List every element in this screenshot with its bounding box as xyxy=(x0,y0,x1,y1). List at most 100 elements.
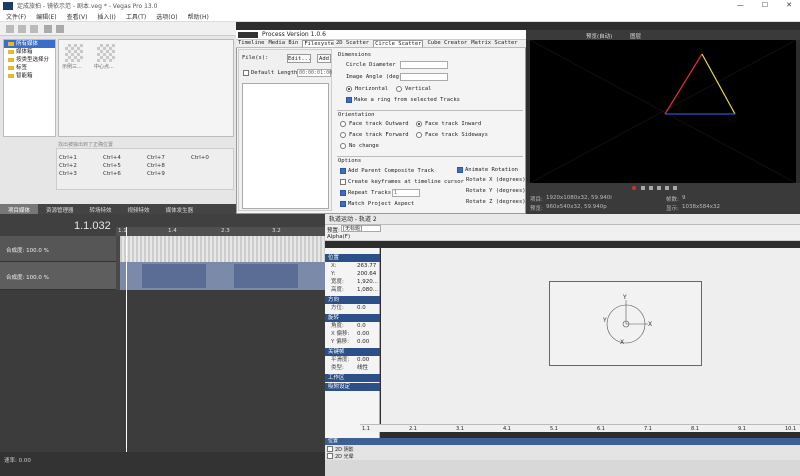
prop-value[interactable]: 1,920... xyxy=(357,279,378,286)
transport-icons[interactable] xyxy=(526,183,800,193)
track-lane-2[interactable] xyxy=(116,262,325,290)
create-keyframes-checkbox[interactable] xyxy=(340,179,346,185)
circle-diameter-input[interactable] xyxy=(400,61,448,69)
match-aspect-checkbox[interactable] xyxy=(340,201,346,207)
keyframe-ruler[interactable]: 1.1 2.1 3.1 4.1 5.1 6.1 7.1 8.1 9.1 10.1 xyxy=(360,424,800,432)
process-source-tabs: Timeline Media Bin Filesystem xyxy=(236,40,340,48)
face-inward-radio[interactable] xyxy=(416,121,422,127)
prop-row: 高度: 1,080... xyxy=(325,287,380,294)
shortcut-label: Ctrl+5 xyxy=(103,163,121,169)
menu-edit[interactable]: 编辑(E) xyxy=(36,12,56,21)
media-thumb[interactable] xyxy=(65,44,83,62)
menu-help[interactable]: 帮助(H) xyxy=(188,12,209,21)
prop-value[interactable]: 0.00 xyxy=(357,357,369,364)
triangle-red-edge xyxy=(664,53,703,115)
tree-item-smart-bins[interactable]: 智能箱 xyxy=(4,72,55,80)
tab-matrix-scatter[interactable]: Matrix Scatter xyxy=(471,40,517,47)
tab-explorer[interactable]: 资源管理器 xyxy=(38,204,82,214)
section-workspace[interactable]: 工作区 xyxy=(325,374,380,382)
tab-cube-creator[interactable]: Cube Creator xyxy=(427,40,467,47)
motion-frame[interactable]: X Y Y X xyxy=(549,281,702,366)
no-change-radio[interactable] xyxy=(340,143,346,149)
animate-rotation-checkbox[interactable] xyxy=(457,167,463,173)
make-ring-checkbox[interactable] xyxy=(346,97,352,103)
repeat-tracks-input[interactable]: 1 xyxy=(392,189,420,197)
kf-track-position[interactable]: 位置 xyxy=(325,438,800,445)
close-button[interactable]: ✕ xyxy=(786,1,792,9)
add-parent-checkbox[interactable] xyxy=(340,168,346,174)
track-lane-1[interactable] xyxy=(116,236,325,262)
tab-media-generators[interactable]: 媒体发生器 xyxy=(158,204,202,214)
glow-checkbox[interactable] xyxy=(327,453,333,459)
prop-row: 类型: 线性 xyxy=(325,365,380,372)
tree-item-tags[interactable]: 标签 xyxy=(4,64,55,72)
vertical-label: Vertical xyxy=(405,86,432,92)
preset-dropdown[interactable]: [无标题] xyxy=(341,225,381,232)
options-divider xyxy=(337,156,523,157)
image-angle-input[interactable] xyxy=(400,73,448,81)
toolbar-icons[interactable] xyxy=(0,22,236,36)
shortcut-label: Ctrl+7 xyxy=(147,155,165,161)
tree-item-all-media[interactable]: 所有媒体 xyxy=(4,40,55,48)
prop-value[interactable]: 0.00 xyxy=(357,339,369,346)
add-button[interactable]: Add xyxy=(317,54,331,63)
menu-options[interactable]: 选项(O) xyxy=(156,12,177,21)
default-length-input[interactable]: 00:00:01:00 xyxy=(297,69,332,77)
alpha-dropdown[interactable]: Alpha(F) xyxy=(327,234,350,240)
prop-value[interactable]: 1,080... xyxy=(357,287,378,294)
tab-2d-scatter[interactable]: 2D Scatter xyxy=(336,40,369,47)
menu-view[interactable]: 查看(V) xyxy=(67,12,88,21)
track-header-1[interactable]: 合成度: 100.0 % xyxy=(0,236,116,262)
tree-item-by-type[interactable]: 按类型选择分 xyxy=(4,56,55,64)
default-length-checkbox[interactable] xyxy=(243,70,249,76)
prop-value[interactable]: 0.00 xyxy=(357,331,369,338)
prop-key: 高度: xyxy=(331,287,344,293)
file-list[interactable] xyxy=(242,83,329,209)
prop-row: 宽度: 1,920... xyxy=(325,279,380,286)
prop-value[interactable]: 0.0 xyxy=(357,305,366,312)
section-rotation[interactable]: 旋转 xyxy=(325,314,380,322)
timeline-ruler[interactable]: 1.1 1.4 2.3 3.2 xyxy=(116,227,325,236)
face-sideways-radio[interactable] xyxy=(416,132,422,138)
section-position[interactable]: 位置 xyxy=(325,254,380,262)
track-header-2[interactable]: 合成度: 100.0 % xyxy=(0,262,116,290)
face-forward-radio[interactable] xyxy=(340,132,346,138)
prop-value[interactable]: 200.64 xyxy=(357,271,376,278)
tab-transitions[interactable]: 转场特效 xyxy=(82,204,120,214)
menu-insert[interactable]: 插入(I) xyxy=(97,12,115,21)
edit-button[interactable]: Edit... xyxy=(287,54,311,63)
horizontal-radio[interactable] xyxy=(346,86,352,92)
face-outward-label: Face track Outward xyxy=(349,121,409,127)
shortcut-label: Ctrl+9 xyxy=(147,171,165,177)
tab-timeline[interactable]: Timeline xyxy=(238,40,265,47)
prop-value[interactable]: 0.0 xyxy=(357,323,366,330)
section-direction[interactable]: 方向 xyxy=(325,296,380,304)
menu-file[interactable]: 文件(F) xyxy=(6,12,26,21)
track-opacity-label: 合成度: 100.0 % xyxy=(6,248,49,254)
tab-video-fx[interactable]: 视频特效 xyxy=(120,204,158,214)
tree-item-media-bins[interactable]: 媒体箱 xyxy=(4,48,55,56)
section-keyframe[interactable]: 关键帧 xyxy=(325,348,380,356)
triangle-yellow-edge xyxy=(701,53,736,115)
video-preview[interactable] xyxy=(529,39,797,184)
tab-media-bin[interactable]: Media Bin xyxy=(269,40,299,47)
preview-quality-dropdown[interactable]: 预览(自动) xyxy=(586,32,612,40)
prop-value[interactable]: 线性 xyxy=(357,365,368,372)
video-clip[interactable] xyxy=(120,236,325,262)
menu-tools[interactable]: 工具(T) xyxy=(126,12,146,21)
tab-project-media[interactable]: 项目媒体 xyxy=(0,204,39,214)
vertical-radio[interactable] xyxy=(396,86,402,92)
preset-label: 预置: xyxy=(327,228,340,234)
prop-value[interactable]: 263.77 xyxy=(357,263,376,270)
section-snap[interactable]: 吸附设定 xyxy=(325,383,380,391)
preview-view-dropdown[interactable]: 图层 xyxy=(630,32,641,40)
minimize-button[interactable]: — xyxy=(737,1,744,9)
maximize-button[interactable]: ☐ xyxy=(762,1,768,9)
playhead[interactable] xyxy=(126,227,127,452)
prop-key: Y 偏移: xyxy=(331,339,349,345)
face-outward-radio[interactable] xyxy=(340,121,346,127)
shadow-checkbox[interactable] xyxy=(327,446,333,452)
tab-circle-scatter[interactable]: Circle Scatter xyxy=(373,40,424,47)
repeat-tracks-checkbox[interactable] xyxy=(340,190,346,196)
media-thumb[interactable] xyxy=(97,44,115,62)
